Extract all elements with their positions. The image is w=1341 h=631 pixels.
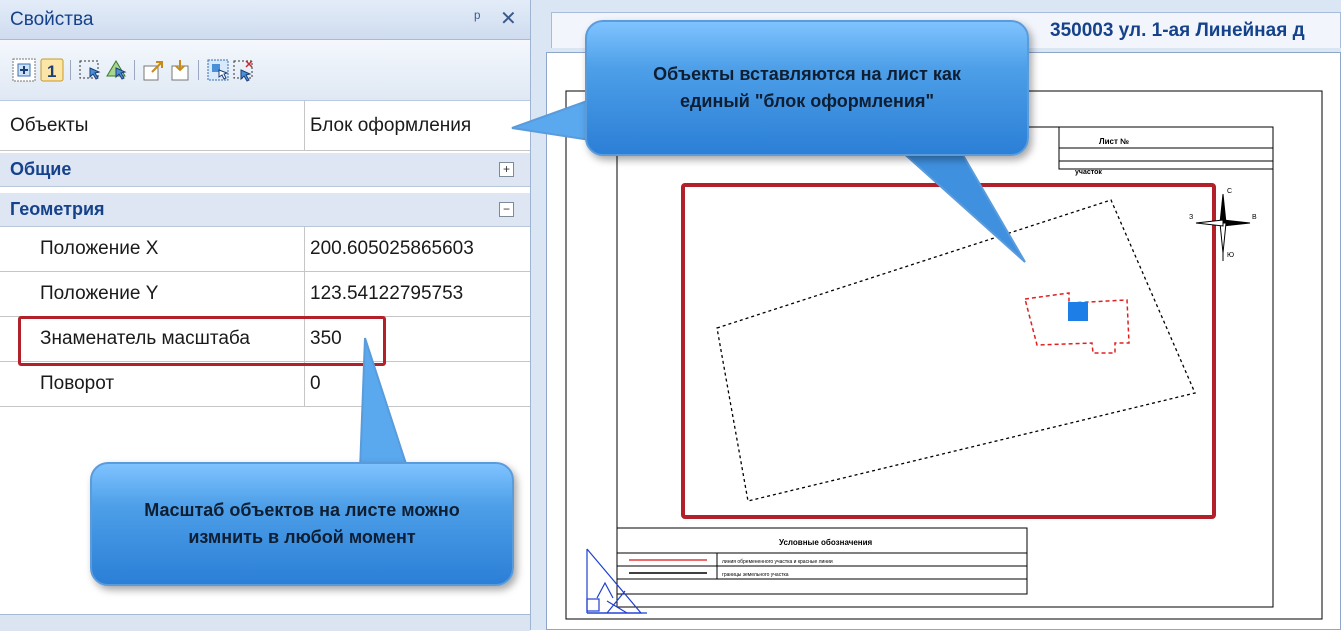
callout-pointer-up xyxy=(358,337,410,471)
callout-text: Масштаб объектов на листе можно измнить … xyxy=(144,500,460,547)
callout-pointer-left xyxy=(511,98,591,142)
callout-text: Объекты вставляются на лист как единый "… xyxy=(653,64,961,111)
callout-scale-change: Масштаб объектов на листе можно измнить … xyxy=(90,462,514,586)
callout-block-insert: Объекты вставляются на лист как единый "… xyxy=(585,20,1029,156)
callout-pointer-down xyxy=(897,149,1026,263)
